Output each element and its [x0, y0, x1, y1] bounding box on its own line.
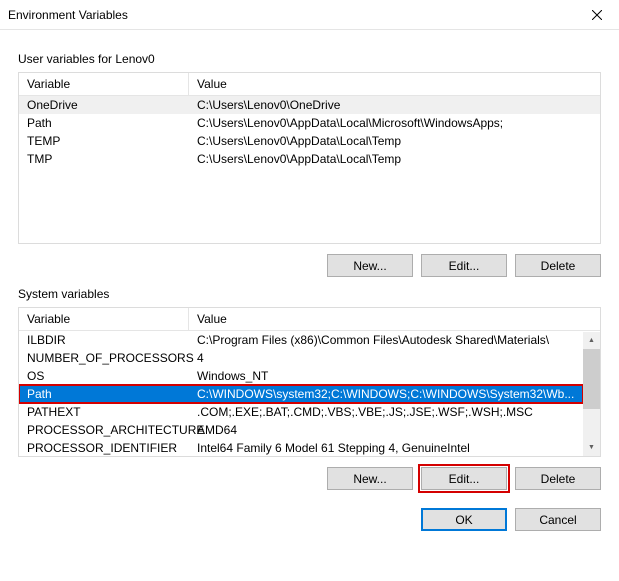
cell-variable: TEMP — [19, 133, 189, 149]
header-variable[interactable]: Variable — [19, 308, 189, 330]
table-row[interactable]: TMP C:\Users\Lenov0\AppData\Local\Temp — [19, 150, 600, 168]
dialog-footer-buttons: OK Cancel — [18, 508, 601, 531]
system-new-button[interactable]: New... — [327, 467, 413, 490]
cell-variable: Path — [19, 386, 189, 402]
cell-variable: OS — [19, 368, 189, 384]
table-row[interactable]: TEMP C:\Users\Lenov0\AppData\Local\Temp — [19, 132, 600, 150]
user-delete-button[interactable]: Delete — [515, 254, 601, 277]
system-vars-body: ILBDIR C:\Program Files (x86)\Common Fil… — [19, 331, 583, 455]
scrollbar[interactable]: ▲ ▼ — [583, 332, 600, 456]
table-row[interactable]: PROCESSOR_ARCHITECTURE AMD64 — [19, 421, 583, 439]
table-row[interactable]: PROCESSOR_IDENTIFIER Intel64 Family 6 Mo… — [19, 439, 583, 455]
cell-variable: PATHEXT — [19, 404, 189, 420]
user-edit-button[interactable]: Edit... — [421, 254, 507, 277]
titlebar: Environment Variables — [0, 0, 619, 30]
cell-variable: NUMBER_OF_PROCESSORS — [19, 350, 189, 366]
cell-value: .COM;.EXE;.BAT;.CMD;.VBS;.VBE;.JS;.JSE;.… — [189, 404, 583, 420]
header-value[interactable]: Value — [189, 308, 600, 330]
cell-value: C:\Users\Lenov0\OneDrive — [189, 97, 600, 113]
cell-variable: OneDrive — [19, 97, 189, 113]
cell-value: C:\Users\Lenov0\AppData\Local\Temp — [189, 133, 600, 149]
ok-button[interactable]: OK — [421, 508, 507, 531]
system-vars-buttons: New... Edit... Delete — [18, 467, 601, 490]
scroll-up-arrow-icon[interactable]: ▲ — [583, 332, 600, 349]
table-row[interactable]: PATHEXT .COM;.EXE;.BAT;.CMD;.VBS;.VBE;.J… — [19, 403, 583, 421]
scroll-thumb[interactable] — [583, 349, 600, 409]
close-icon — [592, 10, 602, 20]
table-row[interactable]: NUMBER_OF_PROCESSORS 4 — [19, 349, 583, 367]
cell-value: C:\Program Files (x86)\Common Files\Auto… — [189, 332, 583, 348]
cell-value: AMD64 — [189, 422, 583, 438]
user-vars-table: Variable Value OneDrive C:\Users\Lenov0\… — [18, 72, 601, 244]
system-vars-label: System variables — [18, 287, 601, 301]
system-edit-button[interactable]: Edit... — [421, 467, 507, 490]
table-row[interactable]: OneDrive C:\Users\Lenov0\OneDrive — [19, 96, 600, 114]
user-vars-buttons: New... Edit... Delete — [18, 254, 601, 277]
user-new-button[interactable]: New... — [327, 254, 413, 277]
cancel-button[interactable]: Cancel — [515, 508, 601, 531]
user-vars-label: User variables for Lenov0 — [18, 52, 601, 66]
cell-value: 4 — [189, 350, 583, 366]
cell-variable: PROCESSOR_ARCHITECTURE — [19, 422, 189, 438]
window-title: Environment Variables — [8, 8, 128, 22]
user-vars-header: Variable Value — [19, 73, 600, 96]
cell-variable: TMP — [19, 151, 189, 167]
header-variable[interactable]: Variable — [19, 73, 189, 95]
dialog-content: User variables for Lenov0 Variable Value… — [0, 30, 619, 549]
cell-variable: PROCESSOR_IDENTIFIER — [19, 440, 189, 455]
close-button[interactable] — [574, 0, 619, 30]
scroll-down-arrow-icon[interactable]: ▼ — [583, 439, 600, 456]
system-delete-button[interactable]: Delete — [515, 467, 601, 490]
cell-value: C:\WINDOWS\system32;C:\WINDOWS;C:\WINDOW… — [189, 386, 583, 402]
system-vars-header: Variable Value — [19, 308, 600, 331]
table-row[interactable]: ILBDIR C:\Program Files (x86)\Common Fil… — [19, 331, 583, 349]
cell-variable: ILBDIR — [19, 332, 189, 348]
cell-value: Windows_NT — [189, 368, 583, 384]
cell-value: C:\Users\Lenov0\AppData\Local\Temp — [189, 151, 600, 167]
system-vars-table: Variable Value ILBDIR C:\Program Files (… — [18, 307, 601, 457]
cell-variable: Path — [19, 115, 189, 131]
user-vars-body: OneDrive C:\Users\Lenov0\OneDrive Path C… — [19, 96, 600, 242]
cell-value: C:\Users\Lenov0\AppData\Local\Microsoft\… — [189, 115, 600, 131]
table-row[interactable]: Path C:\WINDOWS\system32;C:\WINDOWS;C:\W… — [19, 385, 583, 403]
header-value[interactable]: Value — [189, 73, 600, 95]
table-row[interactable]: Path C:\Users\Lenov0\AppData\Local\Micro… — [19, 114, 600, 132]
cell-value: Intel64 Family 6 Model 61 Stepping 4, Ge… — [189, 440, 583, 455]
table-row[interactable]: OS Windows_NT — [19, 367, 583, 385]
